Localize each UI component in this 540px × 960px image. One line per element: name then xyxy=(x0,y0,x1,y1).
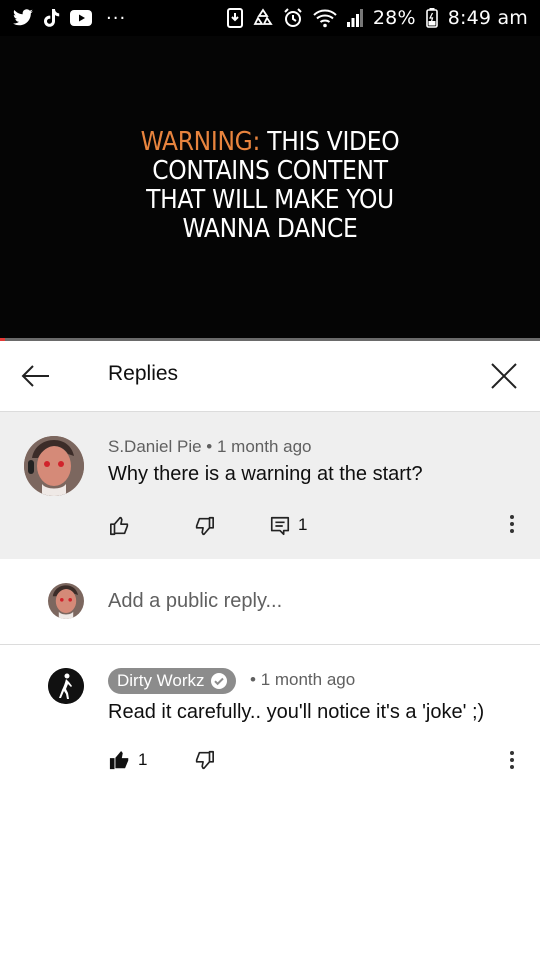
more-notifications-icon: ··· xyxy=(106,7,127,29)
thumbs-down-icon xyxy=(195,516,214,536)
author-badge[interactable]: Dirty Workz xyxy=(108,668,236,694)
thumbs-up-icon xyxy=(110,516,129,536)
current-user-avatar xyxy=(48,583,84,619)
comment-meta: S.Daniel Pie • 1 month ago xyxy=(108,437,312,457)
clock: 8:49 am xyxy=(447,7,528,29)
parent-comment: S.Daniel Pie • 1 month ago Why there is … xyxy=(0,412,540,559)
video-player[interactable]: WARNING: THIS VIDEO CONTAINS CONTENT THA… xyxy=(0,36,540,338)
wifi-icon xyxy=(313,8,337,28)
arrow-left-icon xyxy=(21,365,49,387)
reply-like-count: 1 xyxy=(138,750,148,769)
reply-avatar[interactable] xyxy=(48,668,84,704)
warning-line-1: WARNING: THIS VIDEO xyxy=(0,128,540,157)
comment-icon xyxy=(270,516,290,536)
tiktok-icon xyxy=(44,9,60,27)
youtube-icon xyxy=(70,10,92,26)
more-vert-dot xyxy=(510,515,514,519)
signal-icon xyxy=(346,9,363,27)
reply-meta: • 1 month ago xyxy=(250,670,355,690)
reply-dislike-button[interactable] xyxy=(190,746,218,774)
reply-more-options-button[interactable] xyxy=(502,745,522,775)
replies-header: Replies xyxy=(0,341,540,412)
meta-separator: • xyxy=(250,670,256,689)
status-bar: ··· 28% 8:49 am xyxy=(0,0,540,36)
warning-accent: WARNING: xyxy=(140,127,261,157)
like-button[interactable] xyxy=(106,512,134,540)
close-icon xyxy=(491,363,517,389)
thumbs-up-filled-icon xyxy=(109,751,129,770)
reply-count: 1 xyxy=(298,515,308,534)
more-vert-dot xyxy=(510,751,514,755)
close-button[interactable] xyxy=(486,358,522,394)
video-warning-text: WARNING: THIS VIDEO CONTAINS CONTENT THA… xyxy=(0,128,540,244)
dislike-button[interactable] xyxy=(190,512,218,540)
meta-separator: • xyxy=(206,437,213,456)
download-icon xyxy=(226,8,243,28)
warning-line-2: CONTAINS CONTENT xyxy=(152,156,388,186)
thumbs-down-icon xyxy=(195,750,214,770)
reply-time: 1 month ago xyxy=(260,670,356,689)
add-reply-row[interactable]: Add a public reply... xyxy=(0,560,540,645)
more-vert-dot xyxy=(510,758,514,762)
battery-icon xyxy=(425,8,438,28)
warning-line-3: THAT WILL MAKE YOU xyxy=(146,185,394,215)
battery-percentage: 28% xyxy=(372,7,416,29)
reply-button[interactable] xyxy=(266,512,294,540)
verified-check-icon xyxy=(210,673,227,689)
reply-author: Dirty Workz xyxy=(117,671,205,690)
twitter-icon xyxy=(12,9,34,27)
more-vert-dot xyxy=(510,529,514,533)
recycle-icon xyxy=(253,8,273,28)
comment-text: Why there is a warning at the start? xyxy=(108,463,423,485)
reply-like-button[interactable] xyxy=(106,746,134,774)
comment-author[interactable]: S.Daniel Pie xyxy=(108,437,202,456)
back-button[interactable] xyxy=(18,358,54,394)
more-options-button[interactable] xyxy=(502,509,522,539)
comment-time: 1 month ago xyxy=(216,437,312,456)
more-vert-dot xyxy=(510,765,514,769)
reply-text: Read it carefully.. you'll notice it's a… xyxy=(108,701,485,723)
status-bar-left: ··· xyxy=(12,8,126,29)
warning-line-1-rest: THIS VIDEO xyxy=(267,127,400,157)
alarm-icon xyxy=(283,8,303,28)
avatar[interactable] xyxy=(24,436,84,496)
more-vert-dot xyxy=(510,522,514,526)
warning-line-4: WANNA DANCE xyxy=(182,214,358,244)
status-bar-right: 28% 8:49 am xyxy=(226,7,528,29)
page-title: Replies xyxy=(108,362,179,385)
reply-input[interactable]: Add a public reply... xyxy=(108,590,282,613)
